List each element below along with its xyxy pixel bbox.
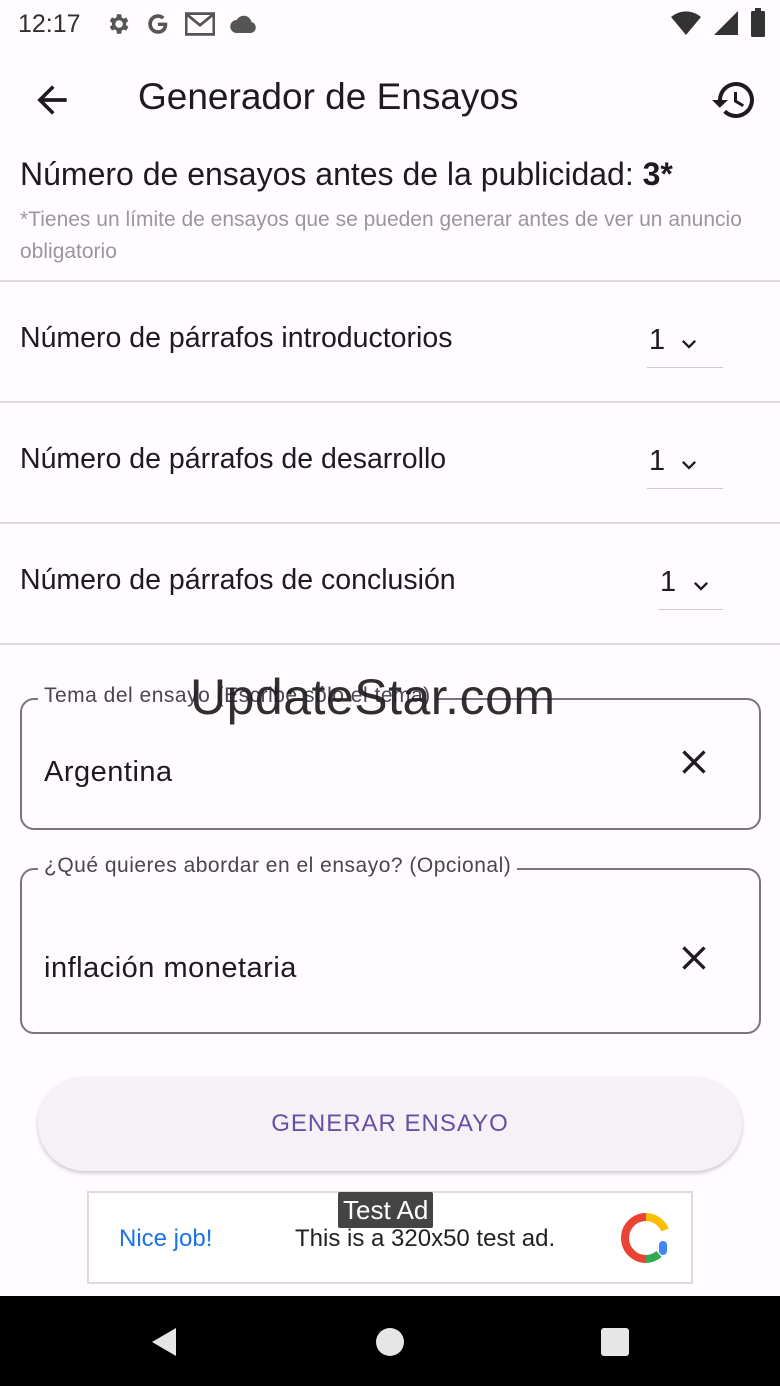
setting-label-intro: Número de párrafos introductorios — [20, 322, 453, 354]
ads-counter-label: Número de ensayos antes de la publicidad… — [20, 156, 643, 192]
signal-icon — [714, 11, 738, 35]
focus-field-value: inflación monetaria — [44, 952, 297, 984]
intro-paragraphs-dropdown[interactable]: 1 — [647, 320, 723, 368]
status-bar: 12:17 — [0, 0, 780, 48]
focus-field[interactable]: ¿Qué quieres abordar en el ensayo? (Opci… — [20, 854, 761, 1034]
battery-icon — [751, 8, 765, 37]
page-title: Generador de Ensayos — [138, 76, 519, 117]
gear-icon — [109, 14, 128, 34]
nav-recents-icon[interactable] — [597, 1324, 633, 1360]
status-icons-left — [105, 11, 257, 37]
close-icon — [682, 750, 706, 774]
chevron-down-icon — [694, 582, 708, 591]
clear-focus-button[interactable] — [674, 938, 714, 978]
ads-counter-note: *Tienes un límite de ensayos que se pued… — [20, 208, 742, 263]
nav-home-icon[interactable] — [372, 1324, 408, 1360]
body-paragraphs-dropdown[interactable]: 1 — [647, 441, 723, 489]
setting-label-body: Número de párrafos de desarrollo — [20, 443, 447, 475]
cloud-icon — [229, 15, 256, 34]
chevron-down-icon — [682, 461, 696, 470]
dropdown-value: 1 — [660, 566, 677, 598]
chevron-down-icon — [682, 340, 696, 349]
ad-body-text: This is a 320x50 test ad. — [295, 1225, 556, 1252]
app-bar: Generador de Ensayos — [0, 56, 780, 140]
setting-row-body: Número de párrafos de desarrollo 1 — [0, 403, 780, 521]
topic-field-label: Tema del ensayo (Escribe sólo el tema) — [38, 684, 437, 708]
divider — [0, 643, 780, 645]
dropdown-value: 1 — [649, 445, 666, 477]
history-icon — [712, 82, 754, 118]
generate-essay-button[interactable]: GENERAR ENSAYO — [38, 1077, 742, 1171]
setting-row-intro: Número de párrafos introductorios 1 — [0, 282, 780, 400]
wifi-icon — [671, 11, 701, 35]
topic-field-value: Argentina — [44, 756, 173, 788]
status-icons-right — [670, 8, 766, 38]
conclusion-paragraphs-dropdown[interactable]: 1 — [658, 562, 723, 610]
generate-essay-label: GENERAR ENSAYO — [271, 1110, 509, 1137]
arrow-back-icon — [37, 85, 67, 115]
status-time: 12:17 — [18, 9, 81, 38]
back-button[interactable] — [30, 78, 74, 122]
clear-topic-button[interactable] — [674, 742, 714, 782]
ads-counter: Número de ensayos antes de la publicidad… — [20, 156, 673, 193]
google-icon — [147, 14, 167, 34]
topic-field[interactable]: Tema del ensayo (Escribe sólo el tema) A… — [20, 684, 761, 830]
setting-row-conclusion: Número de párrafos de conclusión 1 — [0, 524, 780, 642]
focus-field-label: ¿Qué quieres abordar en el ensayo? (Opci… — [38, 854, 518, 878]
gmail-icon — [184, 12, 215, 36]
nav-back-icon[interactable] — [146, 1324, 182, 1360]
ads-counter-value: 3* — [642, 156, 673, 192]
close-icon — [682, 946, 706, 970]
history-button[interactable] — [710, 76, 758, 124]
setting-label-conclusion: Número de párrafos de conclusión — [20, 564, 456, 596]
system-nav-bar — [0, 1296, 780, 1386]
test-ad-tag: Test Ad — [338, 1192, 434, 1228]
ad-nice-text: Nice job! — [119, 1225, 213, 1252]
dropdown-value: 1 — [649, 324, 666, 356]
ad-logo-icon — [621, 1213, 669, 1263]
